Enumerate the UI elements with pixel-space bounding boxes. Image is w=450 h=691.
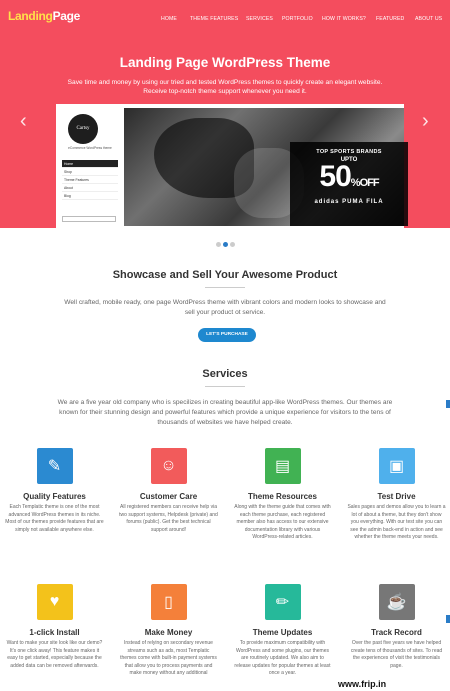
pencil-icon: ✏ (264, 584, 301, 620)
preview-menu: Home Shop Theme Features About Blog (62, 160, 118, 200)
promo-brands: adidas PUMA FILA (314, 199, 384, 205)
feature-desc: Along with the theme guide that comes wi… (234, 504, 331, 541)
divider (205, 287, 245, 288)
feature-desc: All registered members can receive help … (119, 504, 218, 533)
nav-theme-features[interactable]: THEME FEATURES (190, 16, 238, 22)
promo-unit: % (350, 177, 361, 189)
preview-sidebar: Cartsy eCommerce WordPress theme Home Sh… (60, 108, 122, 226)
preview-menu-item: About (62, 184, 118, 192)
slider-dot[interactable] (229, 242, 235, 247)
feature-card: ✎ Quality Features Each Templatic theme … (2, 448, 107, 534)
heart-icon: ♥ (36, 584, 73, 620)
hero-title: Landing Page WordPress Theme (119, 55, 331, 70)
watermark: www.frip.in (338, 679, 387, 689)
services-title: Services (202, 368, 248, 380)
feature-title: Theme Resources (248, 492, 317, 501)
nav-portfolio[interactable]: PORTFOLIO (282, 16, 313, 22)
divider (205, 386, 245, 387)
feature-title: 1-click Install (29, 628, 80, 637)
promo-line-1: TOP SPORTS BRANDS (316, 149, 382, 155)
feature-desc: Sales pages and demos allow you to learn… (347, 504, 446, 541)
hero-subtitle: Save time and money by using our tried a… (67, 79, 383, 95)
nav-about-us[interactable]: ABOUT US (415, 16, 442, 22)
user-icon: ☺ (150, 448, 187, 484)
mobile-icon: ▯ (150, 584, 187, 620)
edit-icon: ✎ (36, 448, 73, 484)
truck-icon: ▣ (378, 448, 415, 484)
feature-desc: Want to make your site look like our dem… (6, 640, 103, 669)
preview-menu-item: Shop (62, 168, 118, 176)
feature-desc: To provide maximum compatibility with Wo… (234, 640, 331, 677)
feature-card: ☺ Customer Care All registered members c… (116, 448, 221, 534)
nav-featured[interactable]: FEATURED (376, 16, 404, 22)
feature-desc: Instead of relying on secondary revenue … (120, 640, 217, 677)
preview-menu-item: Blog (62, 192, 118, 200)
purchase-button[interactable]: LET'S PURCHASE (198, 328, 256, 342)
showcase-title: Showcase and Sell Your Awesome Product (112, 269, 338, 281)
feature-card: ☕ Track Record Over the past five years … (344, 584, 449, 670)
feature-card: ✏ Theme Updates To provide maximum compa… (230, 584, 335, 678)
preview-menu-item: Home (62, 160, 118, 168)
preview-logo: Cartsy (68, 114, 98, 144)
feature-desc: Over the past five years we have helped … (350, 640, 443, 669)
preview-tagline: eCommerce WordPress theme (68, 146, 112, 150)
slider-dot[interactable] (215, 242, 221, 247)
promo-value: 50%OFF (290, 160, 408, 197)
showcase-text: Well crafted, mobile ready, one page Wor… (64, 299, 386, 316)
nav-services[interactable]: SERVICES (246, 16, 273, 22)
feature-desc: Each Templatic theme is one of the most … (5, 504, 104, 533)
promo-off: OFF (359, 177, 380, 189)
scroll-marker (446, 400, 450, 408)
scroll-marker (446, 615, 450, 623)
promo-banner: TOP SPORTS BRANDS UPTO 50%OFF adidas PUM… (290, 142, 408, 226)
feature-card: ▣ Test Drive Sales pages and demos allow… (344, 448, 449, 542)
chevron-left-icon[interactable]: ‹ (20, 110, 27, 133)
hero-section: LandingPage HOME THEME FEATURES SERVICES… (0, 0, 450, 228)
chevron-right-icon[interactable]: › (422, 110, 429, 133)
feature-title: Make Money (144, 628, 193, 637)
feature-title: Quality Features (23, 492, 86, 501)
preview-menu-item: Theme Features (62, 176, 118, 184)
coffee-icon: ☕ (378, 584, 415, 620)
services-text: We are a five year old company who is sp… (57, 399, 393, 426)
book-icon: ▤ (264, 448, 301, 484)
feature-card: ♥ 1-click Install Want to make your site… (2, 584, 107, 670)
preview-search-box (62, 216, 116, 222)
feature-title: Theme Updates (252, 628, 313, 637)
promo-number: 50 (319, 160, 351, 193)
slider-image: Cartsy eCommerce WordPress theme Home Sh… (56, 104, 408, 228)
main-nav: HOME THEME FEATURES SERVICES PORTFOLIO H… (0, 16, 450, 26)
nav-home[interactable]: HOME (161, 16, 177, 22)
feature-card: ▤ Theme Resources Along with the theme g… (230, 448, 335, 542)
feature-title: Customer Care (139, 492, 198, 501)
slider-dot-active[interactable] (222, 242, 228, 247)
feature-card: ▯ Make Money Instead of relying on secon… (116, 584, 221, 678)
feature-title: Track Record (371, 628, 422, 637)
feature-title: Test Drive (377, 492, 416, 501)
nav-how-it-works[interactable]: HOW IT WORKS? (322, 16, 366, 22)
slider-dots (0, 234, 450, 252)
